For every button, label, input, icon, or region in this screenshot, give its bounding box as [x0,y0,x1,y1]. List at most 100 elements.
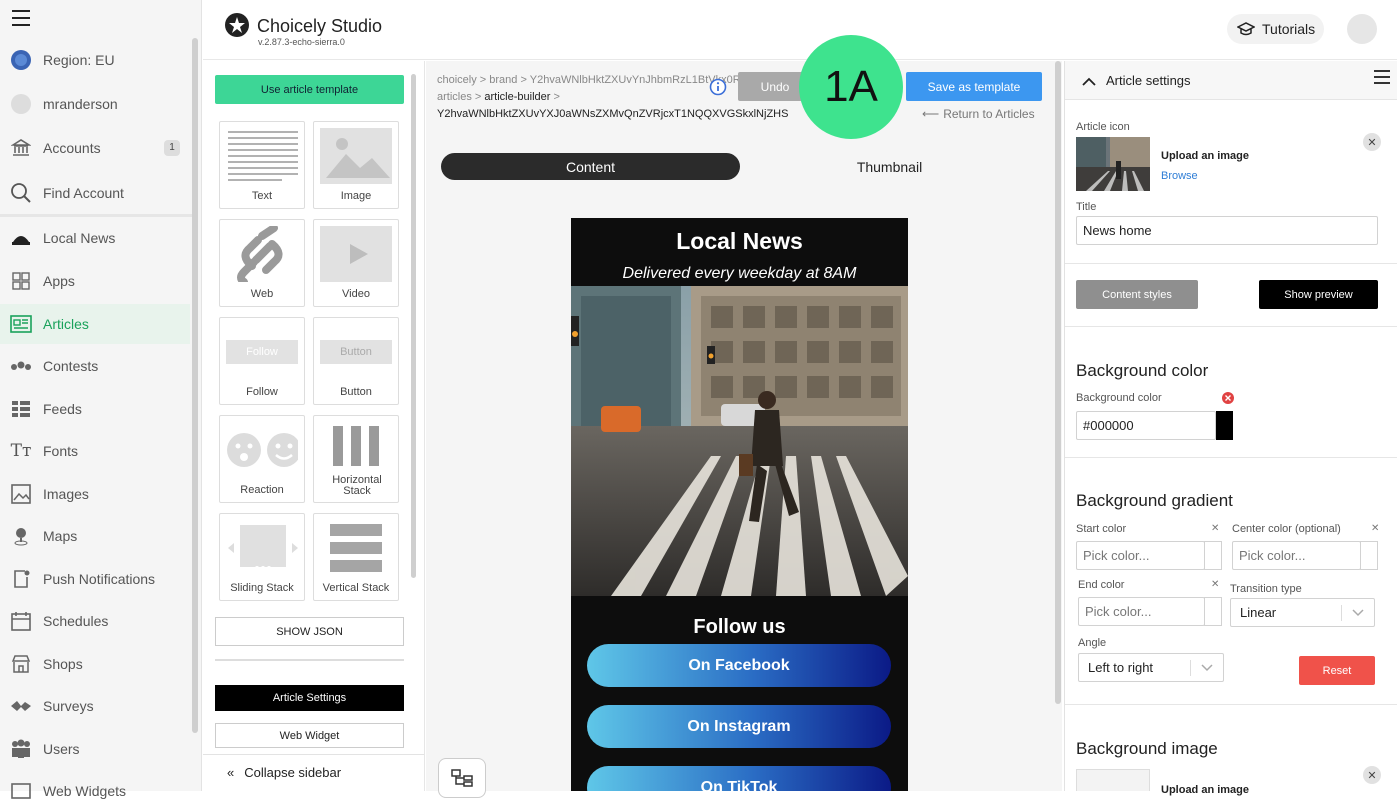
follow-preview: Follow [226,324,298,380]
tutorials-button[interactable]: Tutorials [1227,14,1324,44]
content-tabs: Content Thumbnail [441,153,1041,180]
end-color-swatch[interactable] [1204,597,1222,626]
clear-end-color-icon[interactable]: ✕ [1211,579,1219,590]
background-color-swatch[interactable] [1216,411,1233,440]
nav-region[interactable]: Region: EU [0,40,190,80]
image-placeholder-icon [320,128,392,184]
widget-web[interactable]: Web [219,219,305,307]
tile-label: Sliding Stack [230,582,294,594]
browse-link[interactable]: Browse [1161,170,1198,182]
nav-surveys[interactable]: Surveys [0,686,190,726]
section-divider [1065,263,1397,264]
chevron-up-icon[interactable] [1082,74,1096,92]
transition-type-select[interactable]: Linear [1230,598,1375,627]
preview-subtitle[interactable]: Delivered every weekday at 8AM [571,265,908,283]
nav-label: Images [43,486,89,502]
title-input[interactable]: News home [1076,216,1378,245]
nav-push-notifications[interactable]: Push Notifications [0,559,190,599]
section-divider [1065,326,1397,327]
widget-sliding-stack[interactable]: Sliding Stack [219,513,305,601]
user-avatar[interactable] [1347,14,1377,44]
widget-button[interactable]: Button Button [313,317,399,405]
show-json-button[interactable]: SHOW JSON [215,617,404,646]
preview-tiktok-button[interactable]: On TikTok [587,766,891,791]
nav-maps[interactable]: Maps [0,516,190,556]
nav-images[interactable]: Images [0,474,190,514]
cloche-icon [10,227,32,249]
tile-label: Web [250,288,274,300]
preview-instagram-button[interactable]: On Instagram [587,705,891,748]
preview-facebook-button[interactable]: On Facebook [587,644,891,687]
angle-select[interactable]: Left to right [1078,653,1224,682]
use-article-template-button[interactable]: Use article template [215,75,404,104]
preview-title[interactable]: Local News [571,228,908,255]
structure-tree-button[interactable] [438,758,486,798]
center-color-swatch[interactable] [1360,541,1378,570]
remove-background-image-button[interactable]: ✕ [1363,766,1381,784]
collapse-sidebar-button[interactable]: « Collapse sidebar [227,765,341,780]
button-preview: Button [320,324,392,380]
nav-scrollbar[interactable] [192,38,198,733]
nav-articles[interactable]: Articles [0,304,190,344]
top-header: Choicely Studio v.2.87.3-echo-sierra.0 T… [203,0,1397,60]
info-icon[interactable] [709,78,727,101]
canvas-scrollbar[interactable] [1055,61,1061,704]
breadcrumb-line-1[interactable]: choicely > brand > Y2hvaWNlbHktZXUvYnJhb… [437,74,785,86]
start-color-input[interactable]: Pick color... [1076,541,1205,570]
end-color-input[interactable]: Pick color... [1078,597,1205,626]
start-color-swatch[interactable] [1204,541,1222,570]
widget-image[interactable]: Image [313,121,399,209]
preview-follow-heading[interactable]: Follow us [571,616,908,639]
return-to-articles-link[interactable]: ⟵ Return to Articles [922,107,1035,121]
nav-apps[interactable]: Apps [0,261,190,301]
nav-contests[interactable]: Contests [0,346,190,386]
hamburger-menu-icon[interactable] [12,10,30,26]
tile-label: Button [340,386,372,398]
tab-thumbnail[interactable]: Thumbnail [740,153,1039,180]
nav-web-widgets[interactable]: Web Widgets [0,771,190,811]
app-title: Choicely Studio [257,16,383,36]
breadcrumb-sep: > [553,91,560,103]
reset-gradient-button[interactable]: Reset [1299,656,1375,685]
nav-local-news[interactable]: Local News [0,218,190,258]
widget-scrollbar[interactable] [411,74,416,578]
widget-video[interactable]: Video [313,219,399,307]
content-styles-button[interactable]: Content styles [1076,280,1198,309]
button-preview-label: Button [320,340,392,364]
remove-icon-button[interactable]: ✕ [1363,133,1381,151]
nav-accounts[interactable]: Accounts 1 [0,128,190,168]
clear-start-color-icon[interactable]: ✕ [1211,523,1219,534]
background-color-input[interactable]: #000000 [1076,411,1216,440]
article-icon-thumbnail[interactable] [1076,137,1150,191]
center-color-label: Center color (optional) [1232,523,1341,535]
nav-feeds[interactable]: Feeds [0,389,190,429]
widget-follow[interactable]: Follow Follow [219,317,305,405]
widget-horizontal-stack[interactable]: Horizontal Stack [313,415,399,503]
web-widget-button[interactable]: Web Widget [215,723,404,748]
tutorials-label: Tutorials [1262,21,1316,37]
widget-text[interactable]: Text [219,121,305,209]
menu-icon[interactable] [1374,70,1390,88]
nav-users[interactable]: Users [0,729,190,769]
center-color-input[interactable]: Pick color... [1232,541,1361,570]
nav-label: Shops [43,656,83,672]
preview-street-photo[interactable] [571,286,908,596]
nav-find-account[interactable]: Find Account [0,173,190,213]
nav-user[interactable]: mranderson [0,84,190,124]
clear-center-color-icon[interactable]: ✕ [1371,523,1379,534]
tab-content[interactable]: Content [441,153,740,180]
nav-shops[interactable]: Shops [0,644,190,684]
save-as-template-button[interactable]: Save as template [906,72,1042,101]
nav-label: Push Notifications [43,571,156,587]
nav-fonts[interactable]: Tт Fonts [0,431,190,471]
article-settings-button[interactable]: Article Settings [215,685,404,711]
show-preview-button[interactable]: Show preview [1259,280,1378,309]
clear-color-icon[interactable] [1222,392,1234,404]
article-settings-panel: Article settings Article icon Upload an … [1064,61,1397,796]
graduation-cap-icon [1237,22,1255,36]
background-image-thumbnail[interactable] [1076,769,1150,791]
widget-vertical-stack[interactable]: Vertical Stack [313,513,399,601]
nav-schedules[interactable]: Schedules [0,601,190,641]
breadcrumb-articles[interactable]: articles > [437,91,481,103]
widget-reaction[interactable]: Reaction [219,415,305,503]
